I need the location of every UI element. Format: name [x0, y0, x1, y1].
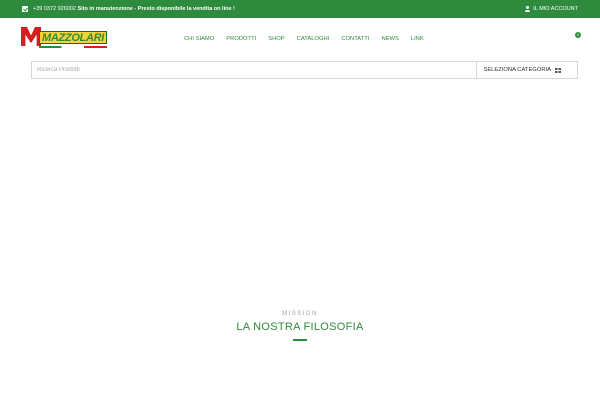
- user-icon: [525, 6, 531, 12]
- grid-icon: [555, 68, 561, 73]
- nav-item-cataloghi[interactable]: CATALOGHI: [291, 34, 336, 44]
- logo-m-mark: [21, 27, 41, 46]
- cart-count-badge: 0: [575, 32, 581, 38]
- nav-item-shop[interactable]: SHOP: [262, 34, 290, 44]
- category-select[interactable]: SELEZIONA CATEGORIA: [476, 62, 577, 78]
- site-logo[interactable]: MAZZOLARI: [21, 27, 107, 49]
- section-eyebrow: MISSION: [282, 311, 318, 317]
- phone-icon: [22, 6, 28, 12]
- phone-number: +39 0372 926002: [33, 6, 76, 12]
- nav-item-chi-siamo[interactable]: CHI SIAMO: [178, 34, 220, 44]
- category-select-label: SELEZIONA CATEGORIA: [483, 67, 551, 73]
- maintenance-notice: Sito in manutenzione - Presto disponibil…: [77, 6, 235, 12]
- nav-item-link[interactable]: LINK: [405, 34, 430, 44]
- cart-button[interactable]: 0: [572, 32, 582, 42]
- logo-flag-stripe: [39, 46, 107, 48]
- search-input[interactable]: [32, 62, 477, 78]
- contact-info: +39 0372 926002 Sito in manutenzione - P…: [33, 6, 235, 12]
- nav-item-contatti[interactable]: CONTATTI: [335, 34, 375, 44]
- my-account-link[interactable]: IL MIO ACCOUNT: [525, 6, 578, 12]
- top-bar: +39 0372 926002 Sito in manutenzione - P…: [0, 0, 600, 18]
- nav-item-news[interactable]: NEWS: [375, 34, 404, 44]
- logo-wordmark: MAZZOLARI: [39, 31, 107, 44]
- product-search-bar: SELEZIONA CATEGORIA: [31, 61, 578, 79]
- title-underline: [293, 339, 307, 341]
- my-account-label: IL MIO ACCOUNT: [533, 6, 578, 12]
- nav-item-prodotti[interactable]: PRODOTTI: [220, 34, 262, 44]
- section-title: LA NOSTRA FILOSOFIA: [236, 321, 364, 333]
- main-nav: CHI SIAMO PRODOTTI SHOP CATALOGHI CONTAT…: [178, 34, 430, 44]
